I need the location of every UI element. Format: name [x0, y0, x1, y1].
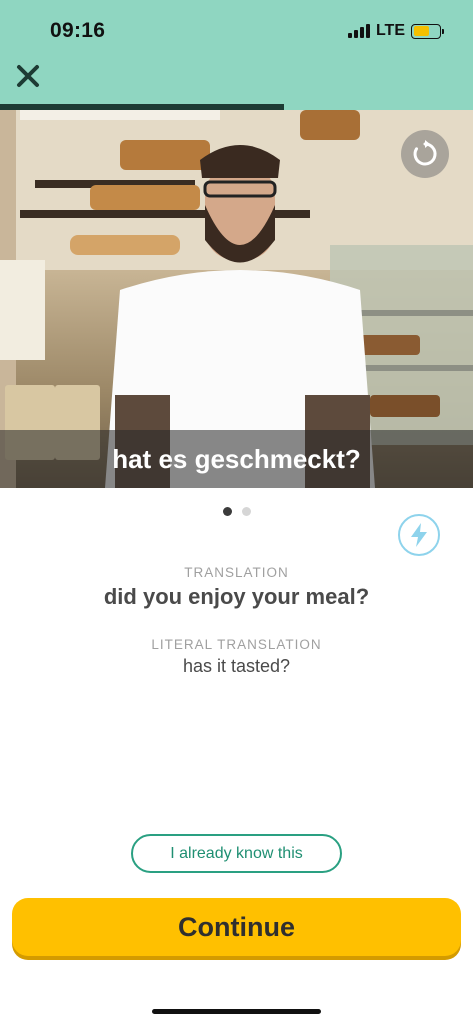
pager-dot[interactable] — [241, 507, 251, 516]
status-time: 09:16 — [50, 19, 106, 42]
literal-translation-text: has it tasted? — [182, 656, 291, 676]
video-subtitle: hat es geschmeckt? — [112, 443, 361, 474]
lightning-button[interactable] — [398, 514, 440, 556]
home-indicator — [152, 1009, 321, 1014]
already-know-button[interactable]: I already know this — [131, 834, 342, 873]
translation-label: TRANSLATION — [184, 565, 289, 580]
pager-dots — [0, 507, 473, 516]
replay-button[interactable] — [401, 130, 449, 178]
video-player[interactable]: hat es geschmeckt? — [0, 110, 473, 488]
header: 09:16 LTE — [0, 0, 473, 110]
battery-icon — [411, 23, 444, 39]
pager-dot[interactable] — [222, 507, 232, 516]
subtitle-bar: hat es geschmeckt? — [0, 430, 473, 488]
close-icon — [17, 65, 39, 87]
signal-icon — [347, 24, 370, 38]
translation-text: did you enjoy your meal? — [103, 584, 370, 609]
lightning-bolt-icon — [411, 523, 427, 547]
close-button[interactable] — [14, 62, 42, 90]
literal-translation-label: LITERAL TRANSLATION — [151, 637, 322, 652]
status-icons: LTE — [347, 22, 444, 40]
continue-button[interactable]: Continue — [12, 898, 461, 956]
replay-icon — [413, 140, 437, 166]
network-label: LTE — [375, 22, 405, 39]
